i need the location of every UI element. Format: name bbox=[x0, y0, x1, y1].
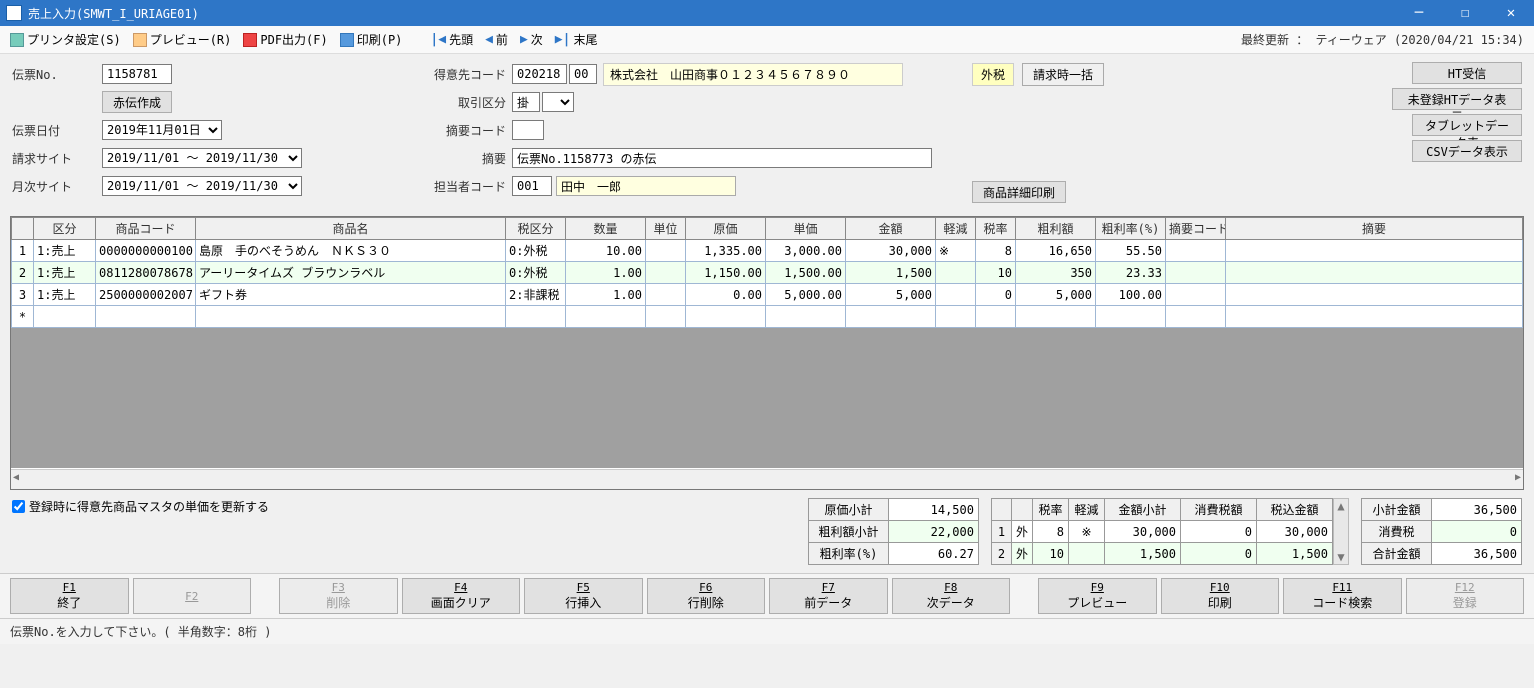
slip-date-select[interactable]: 2019年11月01日 bbox=[102, 120, 222, 140]
grid-header[interactable]: 粗利額 bbox=[1016, 218, 1096, 240]
table-row[interactable]: 31:売上2500000002007ギフト券2:非課税1.000.005,000… bbox=[12, 284, 1523, 306]
fkey-f12: F12登録 bbox=[1406, 578, 1525, 614]
app-icon bbox=[6, 5, 22, 21]
billing-type-tag: 請求時一括 bbox=[1022, 63, 1104, 86]
detail-print-button[interactable]: 商品詳細印刷 bbox=[972, 181, 1066, 203]
ht-unregistered-button[interactable]: 未登録HTデータ表示 bbox=[1392, 88, 1522, 110]
tablet-data-button[interactable]: タブレットデータ表 bbox=[1412, 114, 1522, 136]
fkey-f4[interactable]: F4画面クリア bbox=[402, 578, 521, 614]
toolbar: プリンタ設定(S) プレビュー(R) PDF出力(F) 印刷(P) |◀先頭 ◀… bbox=[0, 26, 1534, 54]
status-bar: 伝票No.を入力して下さい。( 半角数字：8桁 ) bbox=[0, 618, 1534, 644]
grid-header[interactable]: 原価 bbox=[686, 218, 766, 240]
customer-code-label: 得意先コード bbox=[402, 66, 512, 83]
fkey-f3: F3削除 bbox=[279, 578, 398, 614]
deal-type-input[interactable] bbox=[512, 92, 540, 112]
nav-first-button[interactable]: |◀先頭 bbox=[426, 29, 477, 50]
fkey-f8[interactable]: F8次データ bbox=[892, 578, 1011, 614]
tax-type-tag: 外税 bbox=[972, 63, 1014, 86]
month-site-select[interactable]: 2019/11/01 ～ 2019/11/30 bbox=[102, 176, 302, 196]
window-titlebar: 売上入力(SMWT_I_URIAGE01) ─ ☐ ✕ bbox=[0, 0, 1534, 26]
form-area: 伝票No. 赤伝作成 伝票日付 2019年11月01日 請求サイト 2019/1… bbox=[0, 54, 1534, 216]
slip-no-input[interactable] bbox=[102, 64, 172, 84]
staff-code-label: 担当者コード bbox=[402, 178, 512, 195]
grid-header[interactable]: 摘要コード bbox=[1166, 218, 1226, 240]
preview-button[interactable]: プレビュー(R) bbox=[129, 29, 236, 50]
slip-no-label: 伝票No. bbox=[12, 66, 102, 83]
fkey-f1[interactable]: F1終了 bbox=[10, 578, 129, 614]
staff-name-display: 田中 一郎 bbox=[556, 176, 736, 196]
grid-header[interactable]: 税率 bbox=[976, 218, 1016, 240]
table-row[interactable]: 21:売上0811280078678アーリータイムズ ブラウンラベル0:外税1.… bbox=[12, 262, 1523, 284]
fkey-f11[interactable]: F11コード検索 bbox=[1283, 578, 1402, 614]
totals-grand-block: 小計金額36,500 消費税0 合計金額36,500 bbox=[1361, 498, 1522, 565]
function-key-bar: F1終了F2 F3削除F4画面クリアF5行挿入F6行削除F7前データF8次データ F… bbox=[0, 573, 1534, 618]
customer-subcode-input[interactable] bbox=[569, 64, 597, 84]
first-icon: |◀ bbox=[430, 32, 446, 47]
bill-site-select[interactable]: 2019/11/01 ～ 2019/11/30 bbox=[102, 148, 302, 168]
grid-header[interactable]: 金額 bbox=[846, 218, 936, 240]
summary-code-input[interactable] bbox=[512, 120, 544, 140]
ht-receive-button[interactable]: HT受信 bbox=[1412, 62, 1522, 84]
nav-next-button[interactable]: ▶次 bbox=[516, 29, 547, 50]
fkey-f6[interactable]: F6行削除 bbox=[647, 578, 766, 614]
grid-header[interactable]: 単位 bbox=[646, 218, 686, 240]
fkey-f5[interactable]: F5行挿入 bbox=[524, 578, 643, 614]
grid-header[interactable]: 商品コード bbox=[96, 218, 196, 240]
grid-header[interactable]: 数量 bbox=[566, 218, 646, 240]
close-button[interactable]: ✕ bbox=[1488, 0, 1534, 26]
bill-site-label: 請求サイト bbox=[12, 150, 102, 167]
next-icon: ▶ bbox=[520, 32, 528, 47]
preview-icon bbox=[133, 33, 147, 47]
last-updated-label: 最終更新 ： ティーウェア (2020/04/21 15:34) bbox=[605, 31, 1528, 48]
totals-tax-block: 税率軽減金額小計消費税額税込金額1外8※30,000030,0002外101,5… bbox=[991, 498, 1349, 565]
fkey-f7[interactable]: F7前データ bbox=[769, 578, 888, 614]
grid-header[interactable]: 軽減 bbox=[936, 218, 976, 240]
printer-settings-button[interactable]: プリンタ設定(S) bbox=[6, 29, 125, 50]
printer-icon bbox=[10, 33, 24, 47]
make-red-slip-button[interactable]: 赤伝作成 bbox=[102, 91, 172, 113]
grid-header[interactable]: 税区分 bbox=[506, 218, 566, 240]
summary-input[interactable] bbox=[512, 148, 932, 168]
csv-data-button[interactable]: CSVデータ表示 bbox=[1412, 140, 1522, 162]
fkey-f2: F2 bbox=[133, 578, 252, 614]
grid-header[interactable] bbox=[12, 218, 34, 240]
prev-icon: ◀ bbox=[485, 32, 493, 47]
customer-code-input[interactable] bbox=[512, 64, 567, 84]
table-row-new[interactable]: * bbox=[12, 306, 1523, 328]
staff-code-input[interactable] bbox=[512, 176, 552, 196]
fkey-f9[interactable]: F9プレビュー bbox=[1038, 578, 1157, 614]
deal-type-label: 取引区分 bbox=[402, 94, 512, 111]
maximize-button[interactable]: ☐ bbox=[1442, 0, 1488, 26]
grid-header[interactable]: 単価 bbox=[766, 218, 846, 240]
totals-cost-block: 原価小計14,500 粗利額小計22,000 粗利率(%)60.27 bbox=[808, 498, 979, 565]
nav-last-button[interactable]: ▶|末尾 bbox=[551, 29, 602, 50]
pdf-icon bbox=[243, 33, 257, 47]
print-icon bbox=[340, 33, 354, 47]
grid-header[interactable]: 摘要 bbox=[1226, 218, 1523, 240]
summary-code-label: 摘要コード bbox=[402, 122, 512, 139]
print-button[interactable]: 印刷(P) bbox=[336, 29, 407, 50]
nav-prev-button[interactable]: ◀前 bbox=[481, 29, 512, 50]
deal-type-select[interactable] bbox=[542, 92, 574, 112]
summary-label: 摘要 bbox=[402, 150, 512, 167]
update-price-label: 登録時に得意先商品マスタの単価を更新する bbox=[29, 498, 269, 515]
tax-scrollbar[interactable]: ▲▼ bbox=[1333, 498, 1349, 565]
grid-horizontal-scrollbar[interactable] bbox=[11, 469, 1523, 489]
table-row[interactable]: 11:売上0000000000100島原 手のべそうめん ＮＫＳ３０0:外税10… bbox=[12, 240, 1523, 262]
fkey-f10[interactable]: F10印刷 bbox=[1161, 578, 1280, 614]
detail-grid[interactable]: 区分商品コード商品名税区分数量単位原価単価金額軽減税率粗利額粗利率(%)摘要コー… bbox=[10, 216, 1524, 490]
last-icon: ▶| bbox=[555, 32, 571, 47]
month-site-label: 月次サイト bbox=[12, 178, 102, 195]
grid-header[interactable]: 粗利率(%) bbox=[1096, 218, 1166, 240]
update-price-checkbox[interactable] bbox=[12, 500, 25, 513]
window-title: 売上入力(SMWT_I_URIAGE01) bbox=[28, 5, 199, 22]
customer-name-display: 株式会社 山田商事０１２３４５６７８９０ bbox=[603, 63, 903, 86]
grid-header[interactable]: 区分 bbox=[34, 218, 96, 240]
pdf-export-button[interactable]: PDF出力(F) bbox=[239, 29, 331, 50]
minimize-button[interactable]: ─ bbox=[1396, 0, 1442, 26]
slip-date-label: 伝票日付 bbox=[12, 122, 102, 139]
grid-header[interactable]: 商品名 bbox=[196, 218, 506, 240]
